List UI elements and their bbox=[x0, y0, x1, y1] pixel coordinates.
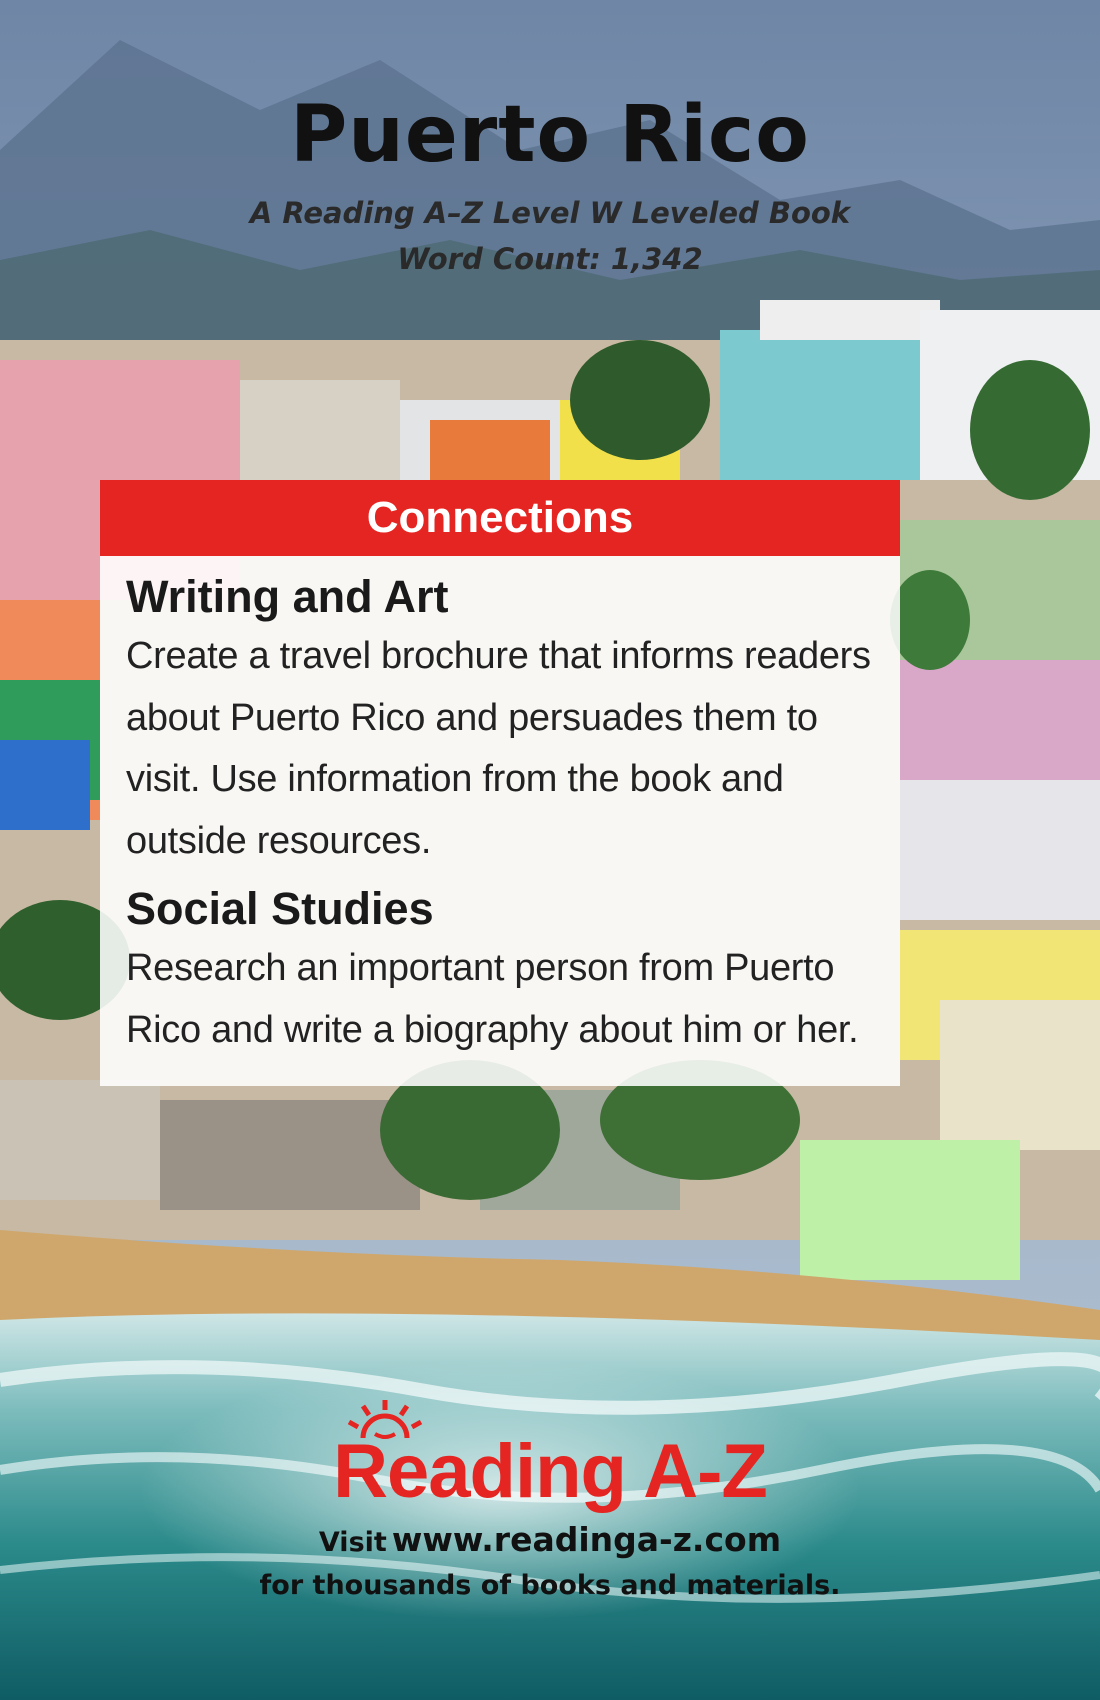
sun-icon bbox=[347, 1400, 423, 1439]
logo-text: Reading A-Z bbox=[333, 1429, 768, 1514]
book-title: Puerto Rico bbox=[290, 90, 810, 180]
section-title-writing-art: Writing and Art bbox=[126, 571, 449, 622]
tagline: for thousands of books and materials. bbox=[259, 1570, 841, 1601]
section-text-writing-art: Create a travel brochure that informs re… bbox=[126, 635, 871, 862]
reading-az-logo: Reading A-Z bbox=[0, 1400, 1100, 1515]
visit-line: Visit www.readinga-z.com bbox=[0, 1520, 1100, 1559]
book-subtitle: A Reading A–Z Level W Leveled Book bbox=[249, 196, 851, 230]
word-count: Word Count: 1,342 bbox=[397, 242, 703, 276]
website-link[interactable]: www.readinga-z.com bbox=[392, 1520, 781, 1559]
connections-panel: Connections Writing and Art Create a tra… bbox=[100, 480, 900, 1086]
section-title-social-studies: Social Studies bbox=[126, 883, 434, 934]
connections-header: Connections bbox=[100, 480, 900, 556]
connections-body: Writing and Art Create a travel brochure… bbox=[100, 556, 900, 1061]
visit-label: Visit bbox=[318, 1527, 387, 1558]
section-text-social-studies: Research an important person from Puerto… bbox=[126, 947, 859, 1051]
